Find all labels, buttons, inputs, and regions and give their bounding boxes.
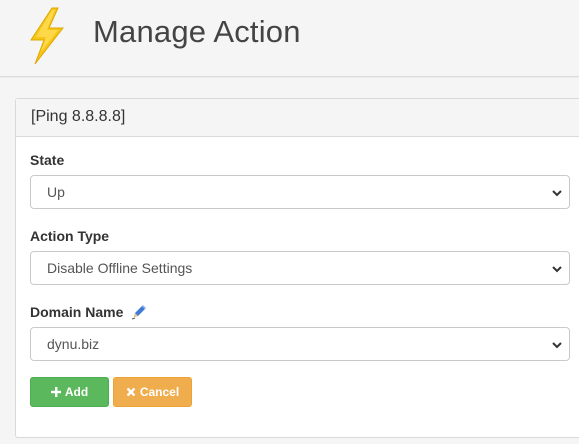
lightning-bolt-icon <box>30 7 65 65</box>
state-group: State Up <box>30 151 579 209</box>
plus-icon <box>50 387 61 397</box>
add-button-label: Add <box>64 385 89 399</box>
action-type-group: Action Type Disable Offline Settings <box>30 227 579 285</box>
add-button[interactable]: Add <box>30 377 109 407</box>
chevron-down-icon <box>552 342 562 349</box>
chevron-down-icon <box>552 266 562 273</box>
panel-heading: [Ping 8.8.8.8] <box>16 99 579 137</box>
panel-body: State Up Action Type Disable Offline Set… <box>16 137 579 407</box>
page-title: Manage Action <box>93 14 301 49</box>
action-type-select[interactable]: Disable Offline Settings <box>30 251 570 285</box>
domain-name-select-value: dynu.biz <box>47 336 100 352</box>
cancel-button-label: Cancel <box>139 385 180 399</box>
state-select[interactable]: Up <box>30 175 570 209</box>
cancel-button[interactable]: Cancel <box>113 377 192 407</box>
pencil-icon[interactable] <box>131 304 147 320</box>
state-label-text: State <box>30 151 65 168</box>
domain-name-select[interactable]: dynu.biz <box>30 327 570 361</box>
action-panel: [Ping 8.8.8.8] State Up Action Type Disa… <box>15 98 579 438</box>
domain-name-label: Domain Name <box>30 303 579 320</box>
domain-name-label-text: Domain Name <box>30 303 124 320</box>
page-header: Manage Action <box>0 0 579 78</box>
state-label: State <box>30 151 579 168</box>
form-actions: Add Cancel <box>30 377 579 407</box>
action-type-select-value: Disable Offline Settings <box>47 260 193 276</box>
state-select-value: Up <box>47 184 65 200</box>
x-icon <box>126 387 136 397</box>
action-type-label: Action Type <box>30 227 579 244</box>
domain-name-group: Domain Name dynu.biz <box>30 303 579 361</box>
chevron-down-icon <box>552 190 562 197</box>
action-type-label-text: Action Type <box>30 227 110 244</box>
